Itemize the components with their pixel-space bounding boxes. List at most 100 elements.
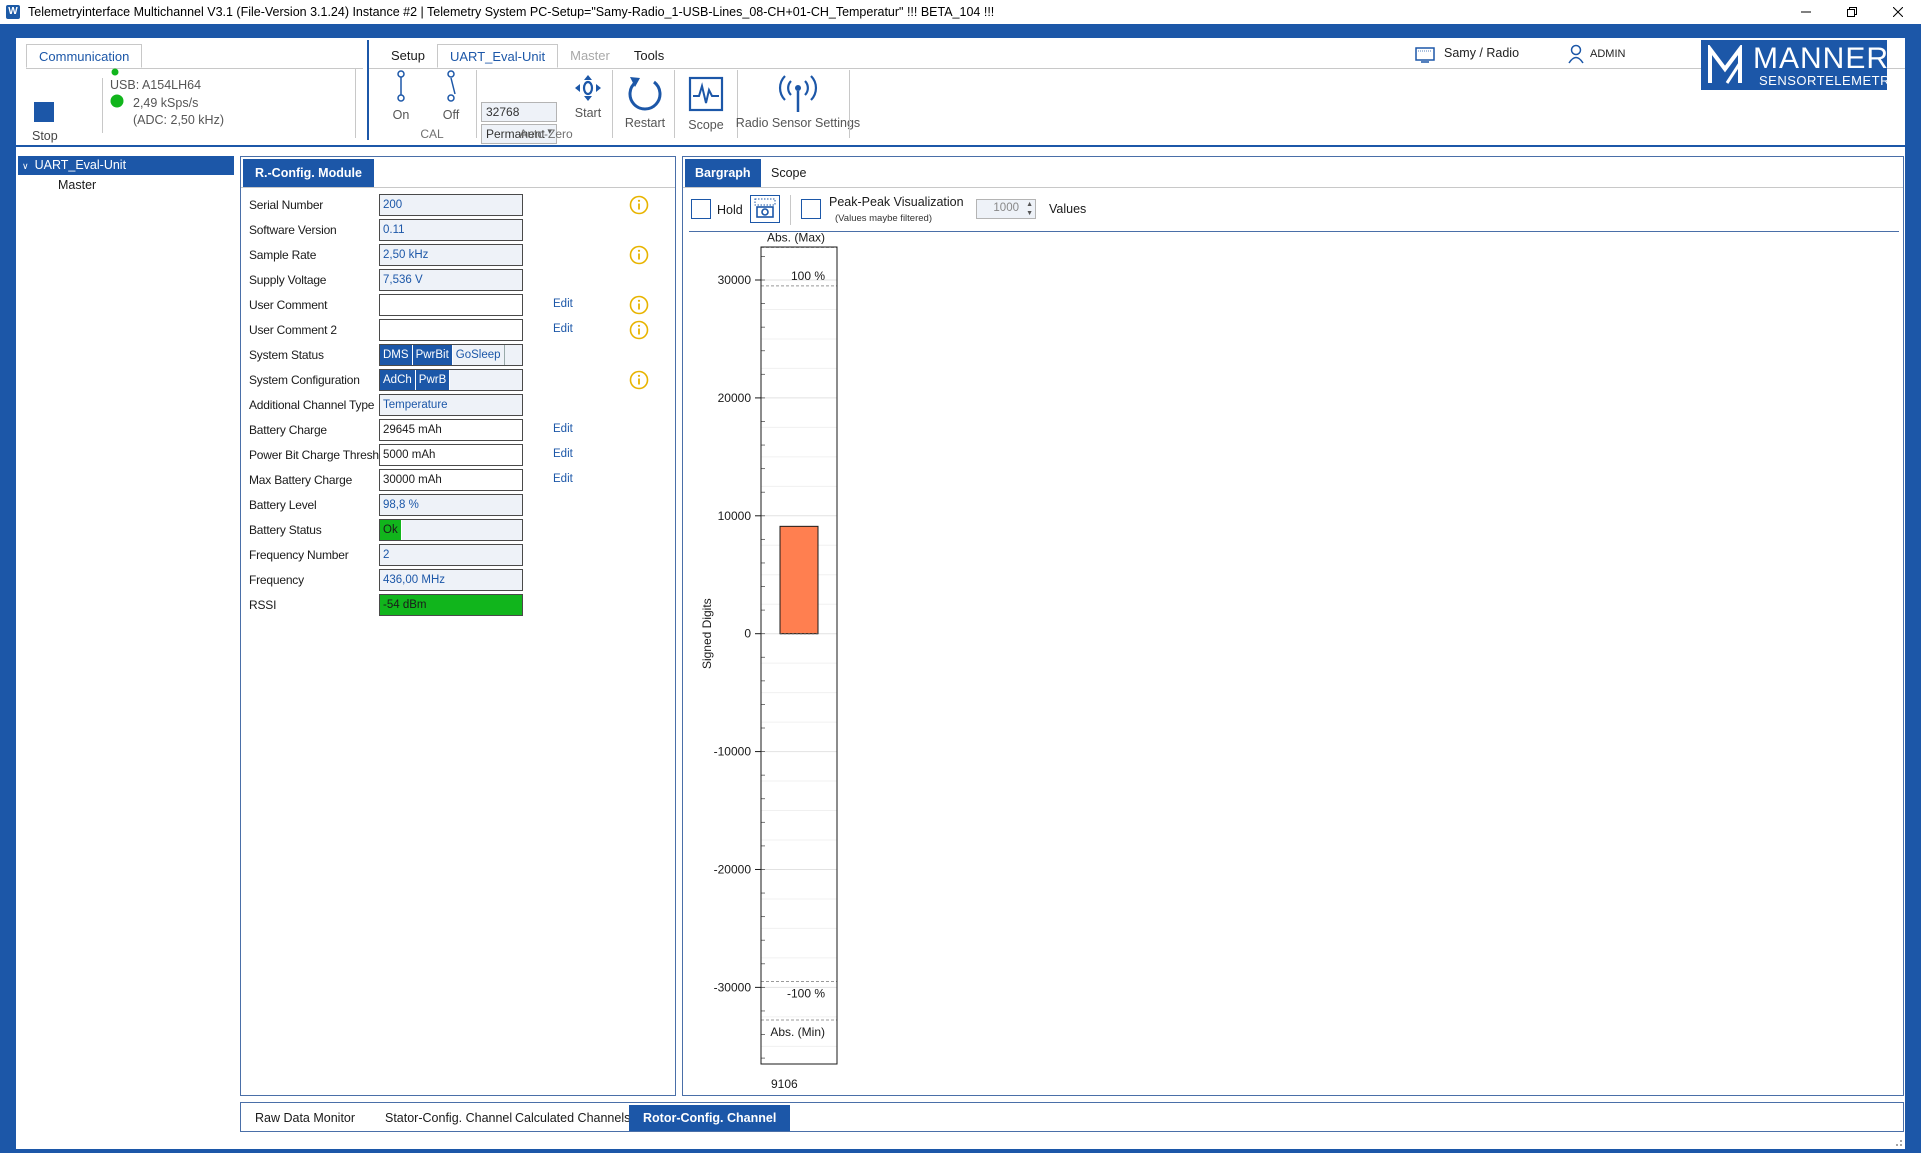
usb-status-led-icon (111, 68, 119, 76)
stop-button[interactable] (34, 102, 54, 122)
tab-master: Master (570, 48, 610, 63)
chart-y-tick-labels: 30000 20000 10000 0 -10000 -20000 -30000 (714, 273, 761, 994)
chevron-down-icon: ∨ (22, 161, 29, 171)
system-configuration-value: AdCh PwrB (379, 369, 523, 391)
config-flag-pwrb: PwrB (415, 370, 451, 390)
y-tick-label: -30000 (714, 980, 752, 994)
info-icon[interactable] (629, 295, 649, 315)
window-title: Telemetryinterface Multichannel V3.1 (Fi… (28, 5, 995, 19)
y-tick-label: 10000 (718, 509, 752, 523)
autozero-value-input[interactable]: 32768 (481, 102, 557, 122)
minimize-icon (1801, 11, 1811, 13)
frequency-value: 436,00 MHz (379, 569, 523, 591)
chart-minor-ticks (761, 256, 765, 1059)
y-tick-label: 0 (744, 627, 751, 641)
close-button[interactable] (1875, 0, 1921, 24)
logo-subtitle: SENSORTELEMETRIE (1759, 73, 1904, 88)
restore-button[interactable] (1829, 0, 1875, 24)
switch-on-icon (397, 70, 405, 102)
sample-speed: 2,49 kSps/s (133, 96, 199, 110)
additional-channel-type-label: Additional Channel Type (249, 398, 375, 412)
sample-rate-label: Sample Rate (249, 248, 317, 262)
battery-charge-edit-link[interactable]: Edit (553, 423, 573, 435)
chart-y-axis-label: Signed Digits (700, 598, 714, 669)
minimize-button[interactable] (1783, 0, 1829, 24)
power-bit-threshold-label: Power Bit Charge Threshold (249, 448, 395, 462)
bottom-tab-bar: Raw Data Monitor Stator-Config. Channel … (240, 1102, 1904, 1132)
battery-status-label: Battery Status (249, 523, 322, 537)
system-status-value: DMS PwrBit GoSleep (379, 344, 523, 366)
tab-calculated-channels[interactable]: Calculated Channels (501, 1105, 644, 1131)
info-icon[interactable] (629, 195, 649, 215)
restart-button[interactable]: Restart (624, 74, 666, 130)
tree-item-uart-eval-unit[interactable]: ∨ UART_Eval-Unit (18, 156, 234, 175)
setup-name: Samy / Radio (1444, 46, 1520, 60)
supply-voltage-label: Supply Voltage (249, 273, 327, 287)
tab-raw-data-monitor[interactable]: Raw Data Monitor (241, 1105, 369, 1131)
reference-label: Abs. (Min) (770, 1025, 825, 1039)
radio-sensor-settings-label: Radio Sensor Settings (735, 116, 861, 130)
battery-charge-label: Battery Charge (249, 423, 327, 437)
scope-button[interactable]: Scope (688, 76, 724, 132)
system-status-label: System Status (249, 348, 324, 362)
scope-icon (688, 76, 724, 112)
tree-item-label: Master (58, 178, 97, 192)
radio-sensor-settings-button[interactable]: Radio Sensor Settings (728, 74, 868, 130)
sample-rate-value: 2,50 kHz (379, 244, 523, 266)
bar-master (779, 525, 819, 635)
info-icon[interactable] (629, 370, 649, 390)
manner-logo-icon (1708, 45, 1742, 84)
cal-off-button[interactable]: Off (440, 70, 462, 122)
info-icon[interactable] (629, 320, 649, 340)
tab-communication[interactable]: Communication (26, 44, 143, 68)
frequency-label: Frequency (249, 573, 304, 587)
power-bit-threshold-value: 5000 mAh (379, 444, 523, 466)
tab-setup[interactable]: Setup (379, 44, 437, 68)
config-flag-adch: AdCh (380, 370, 416, 390)
stop-label: Stop (32, 129, 58, 143)
logo-name: MANNER (1753, 42, 1890, 75)
serial-number-label: Serial Number (249, 198, 324, 212)
bar-separator: ----------- (771, 1093, 815, 1095)
restart-label: Restart (624, 116, 666, 130)
cal-group-label: CAL (420, 127, 444, 141)
bar-value-label: 9106 (771, 1077, 798, 1091)
tab-rotor-config-channel[interactable]: Rotor-Config. Channel (629, 1105, 791, 1131)
company-logo: MANNER SENSORTELEMETRIE (1701, 40, 1903, 90)
tree-item-master[interactable]: Master (58, 176, 96, 195)
max-battery-charge-label: Max Battery Charge (249, 473, 353, 487)
software-version-value: 0.11 (379, 219, 523, 241)
frequency-number-value: 2 (379, 544, 523, 566)
user-comment-label: User Comment (249, 298, 328, 312)
chart-x-labels: 9106-----------Master (771, 1077, 815, 1095)
switch-off-icon (447, 70, 456, 102)
autozero-target-icon (575, 75, 601, 101)
system-configuration-label: System Configuration (249, 373, 360, 387)
cal-on-button[interactable]: On (390, 70, 412, 122)
max-battery-charge-edit-link[interactable]: Edit (553, 473, 573, 485)
power-bit-threshold-edit-link[interactable]: Edit (553, 448, 573, 460)
serial-number-value: 200 (379, 194, 523, 216)
autozero-start-button[interactable]: Start (574, 74, 602, 120)
tab-uart-eval-unit[interactable]: UART_Eval-Unit (436, 44, 559, 68)
battery-level-value: 98,8 % (379, 494, 523, 516)
reference-label: 100 % (791, 269, 825, 283)
title-bar: W Telemetryinterface Multichannel V3.1 (… (0, 0, 1921, 24)
adc-rate: (ADC: 2,50 kHz) (133, 113, 224, 127)
tab-config-module[interactable]: R.-Config. Module (243, 159, 374, 187)
ribbon-tabs: Setup UART_Eval-Unit Master Tools (379, 44, 676, 68)
resize-grip-icon[interactable] (1893, 1137, 1903, 1147)
info-icon[interactable] (629, 245, 649, 265)
software-version-label: Software Version (249, 223, 337, 237)
status-flag-gosleep: GoSleep (452, 345, 505, 365)
battery-status-value: Ok (379, 519, 523, 541)
tab-tools[interactable]: Tools (622, 44, 676, 68)
reference-label: Abs. (Max) (767, 230, 825, 244)
user-comment-edit-link[interactable]: Edit (553, 298, 573, 310)
y-tick-label: 20000 (718, 391, 752, 405)
cal-off-label: Off (442, 108, 460, 122)
chart-bars (779, 525, 819, 635)
y-tick-label: -10000 (714, 745, 752, 759)
user-comment-2-edit-link[interactable]: Edit (553, 323, 573, 335)
status-flag-pwrbit: PwrBit (412, 345, 453, 365)
